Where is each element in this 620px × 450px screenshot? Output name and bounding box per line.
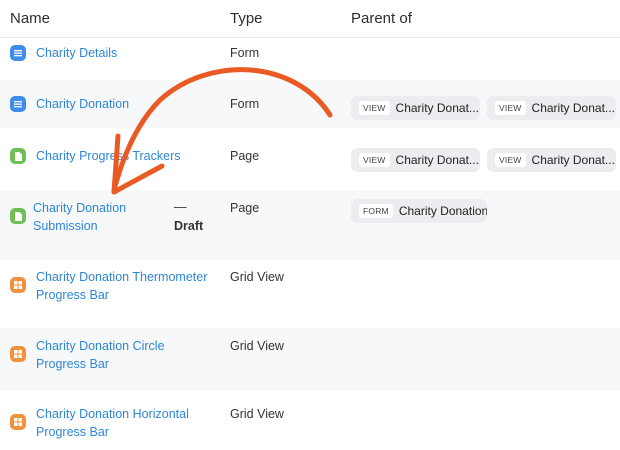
column-header-name[interactable]: Name xyxy=(10,10,50,27)
item-name-link[interactable]: Charity Donation xyxy=(36,95,129,113)
item-type: Page xyxy=(230,201,260,215)
page-icon xyxy=(10,208,26,224)
item-type: Grid View xyxy=(230,339,284,353)
chip-kind-badge: VIEW xyxy=(495,101,526,115)
item-name-link-line2[interactable]: Progress Bar xyxy=(36,423,109,441)
item-type: Grid View xyxy=(230,270,284,284)
parent-chip[interactable]: VIEW Charity Donat... xyxy=(487,148,616,172)
table-row[interactable]: Charity Details Form xyxy=(0,38,620,68)
parent-chip[interactable]: VIEW Charity Donat... xyxy=(351,148,480,172)
chip-label: Charity Donat... xyxy=(395,153,479,167)
chip-label: Charity Donat... xyxy=(395,101,479,115)
item-name-link-line2[interactable]: Progress Bar xyxy=(36,355,109,373)
parent-chip[interactable]: FORM Charity Donation xyxy=(351,199,487,223)
grid-icon xyxy=(10,346,26,362)
table-row[interactable]: Charity Donation Submission — Draft Page… xyxy=(0,190,620,260)
table-row[interactable]: Charity Donation Circle Progress Bar Gri… xyxy=(0,328,620,390)
table-row[interactable]: Charity Donation Horizontal Progress Bar… xyxy=(0,396,620,450)
draft-dash: — xyxy=(174,200,187,214)
item-type: Grid View xyxy=(230,407,284,421)
table-header: Name Type Parent of xyxy=(0,0,620,38)
form-icon xyxy=(10,45,26,61)
grid-icon xyxy=(10,414,26,430)
table-row[interactable]: Charity Donation Form VIEW Charity Donat… xyxy=(0,80,620,128)
item-name-link[interactable]: Charity Donation xyxy=(33,199,126,217)
chip-label: Charity Donat... xyxy=(531,153,615,167)
item-name-link[interactable]: Charity Donation Circle xyxy=(36,337,165,355)
chip-label: Charity Donation xyxy=(398,204,487,218)
column-header-parent-of[interactable]: Parent of xyxy=(351,10,412,27)
parent-chip[interactable]: VIEW Charity Donat... xyxy=(487,96,616,120)
item-name-link[interactable]: Charity Donation Horizontal xyxy=(36,405,189,423)
table-row[interactable]: Charity Progress Trackers Page VIEW Char… xyxy=(0,136,620,182)
chip-kind-badge: FORM xyxy=(359,204,393,218)
chip-label: Charity Donat... xyxy=(531,101,615,115)
item-type: Form xyxy=(230,97,260,111)
item-name-link-line2[interactable]: Submission xyxy=(33,217,98,235)
item-name-link[interactable]: Charity Donation Thermometer xyxy=(36,268,207,286)
item-name-link-line2[interactable]: Progress Bar xyxy=(36,286,109,304)
parent-chip[interactable]: VIEW Charity Donat... xyxy=(351,96,480,120)
grid-icon xyxy=(10,277,26,293)
item-type: Page xyxy=(230,149,260,163)
column-header-type[interactable]: Type xyxy=(230,10,263,27)
item-type: Form xyxy=(230,46,260,60)
item-name-link[interactable]: Charity Progress Trackers xyxy=(36,147,180,165)
item-name-link[interactable]: Charity Details xyxy=(36,44,117,62)
page-icon xyxy=(10,148,26,164)
draft-status-label: Draft xyxy=(174,219,204,233)
chip-kind-badge: VIEW xyxy=(359,153,390,167)
chip-kind-badge: VIEW xyxy=(359,101,390,115)
chip-kind-badge: VIEW xyxy=(495,153,526,167)
form-icon xyxy=(10,96,26,112)
table-row[interactable]: Charity Donation Thermometer Progress Ba… xyxy=(0,262,620,324)
